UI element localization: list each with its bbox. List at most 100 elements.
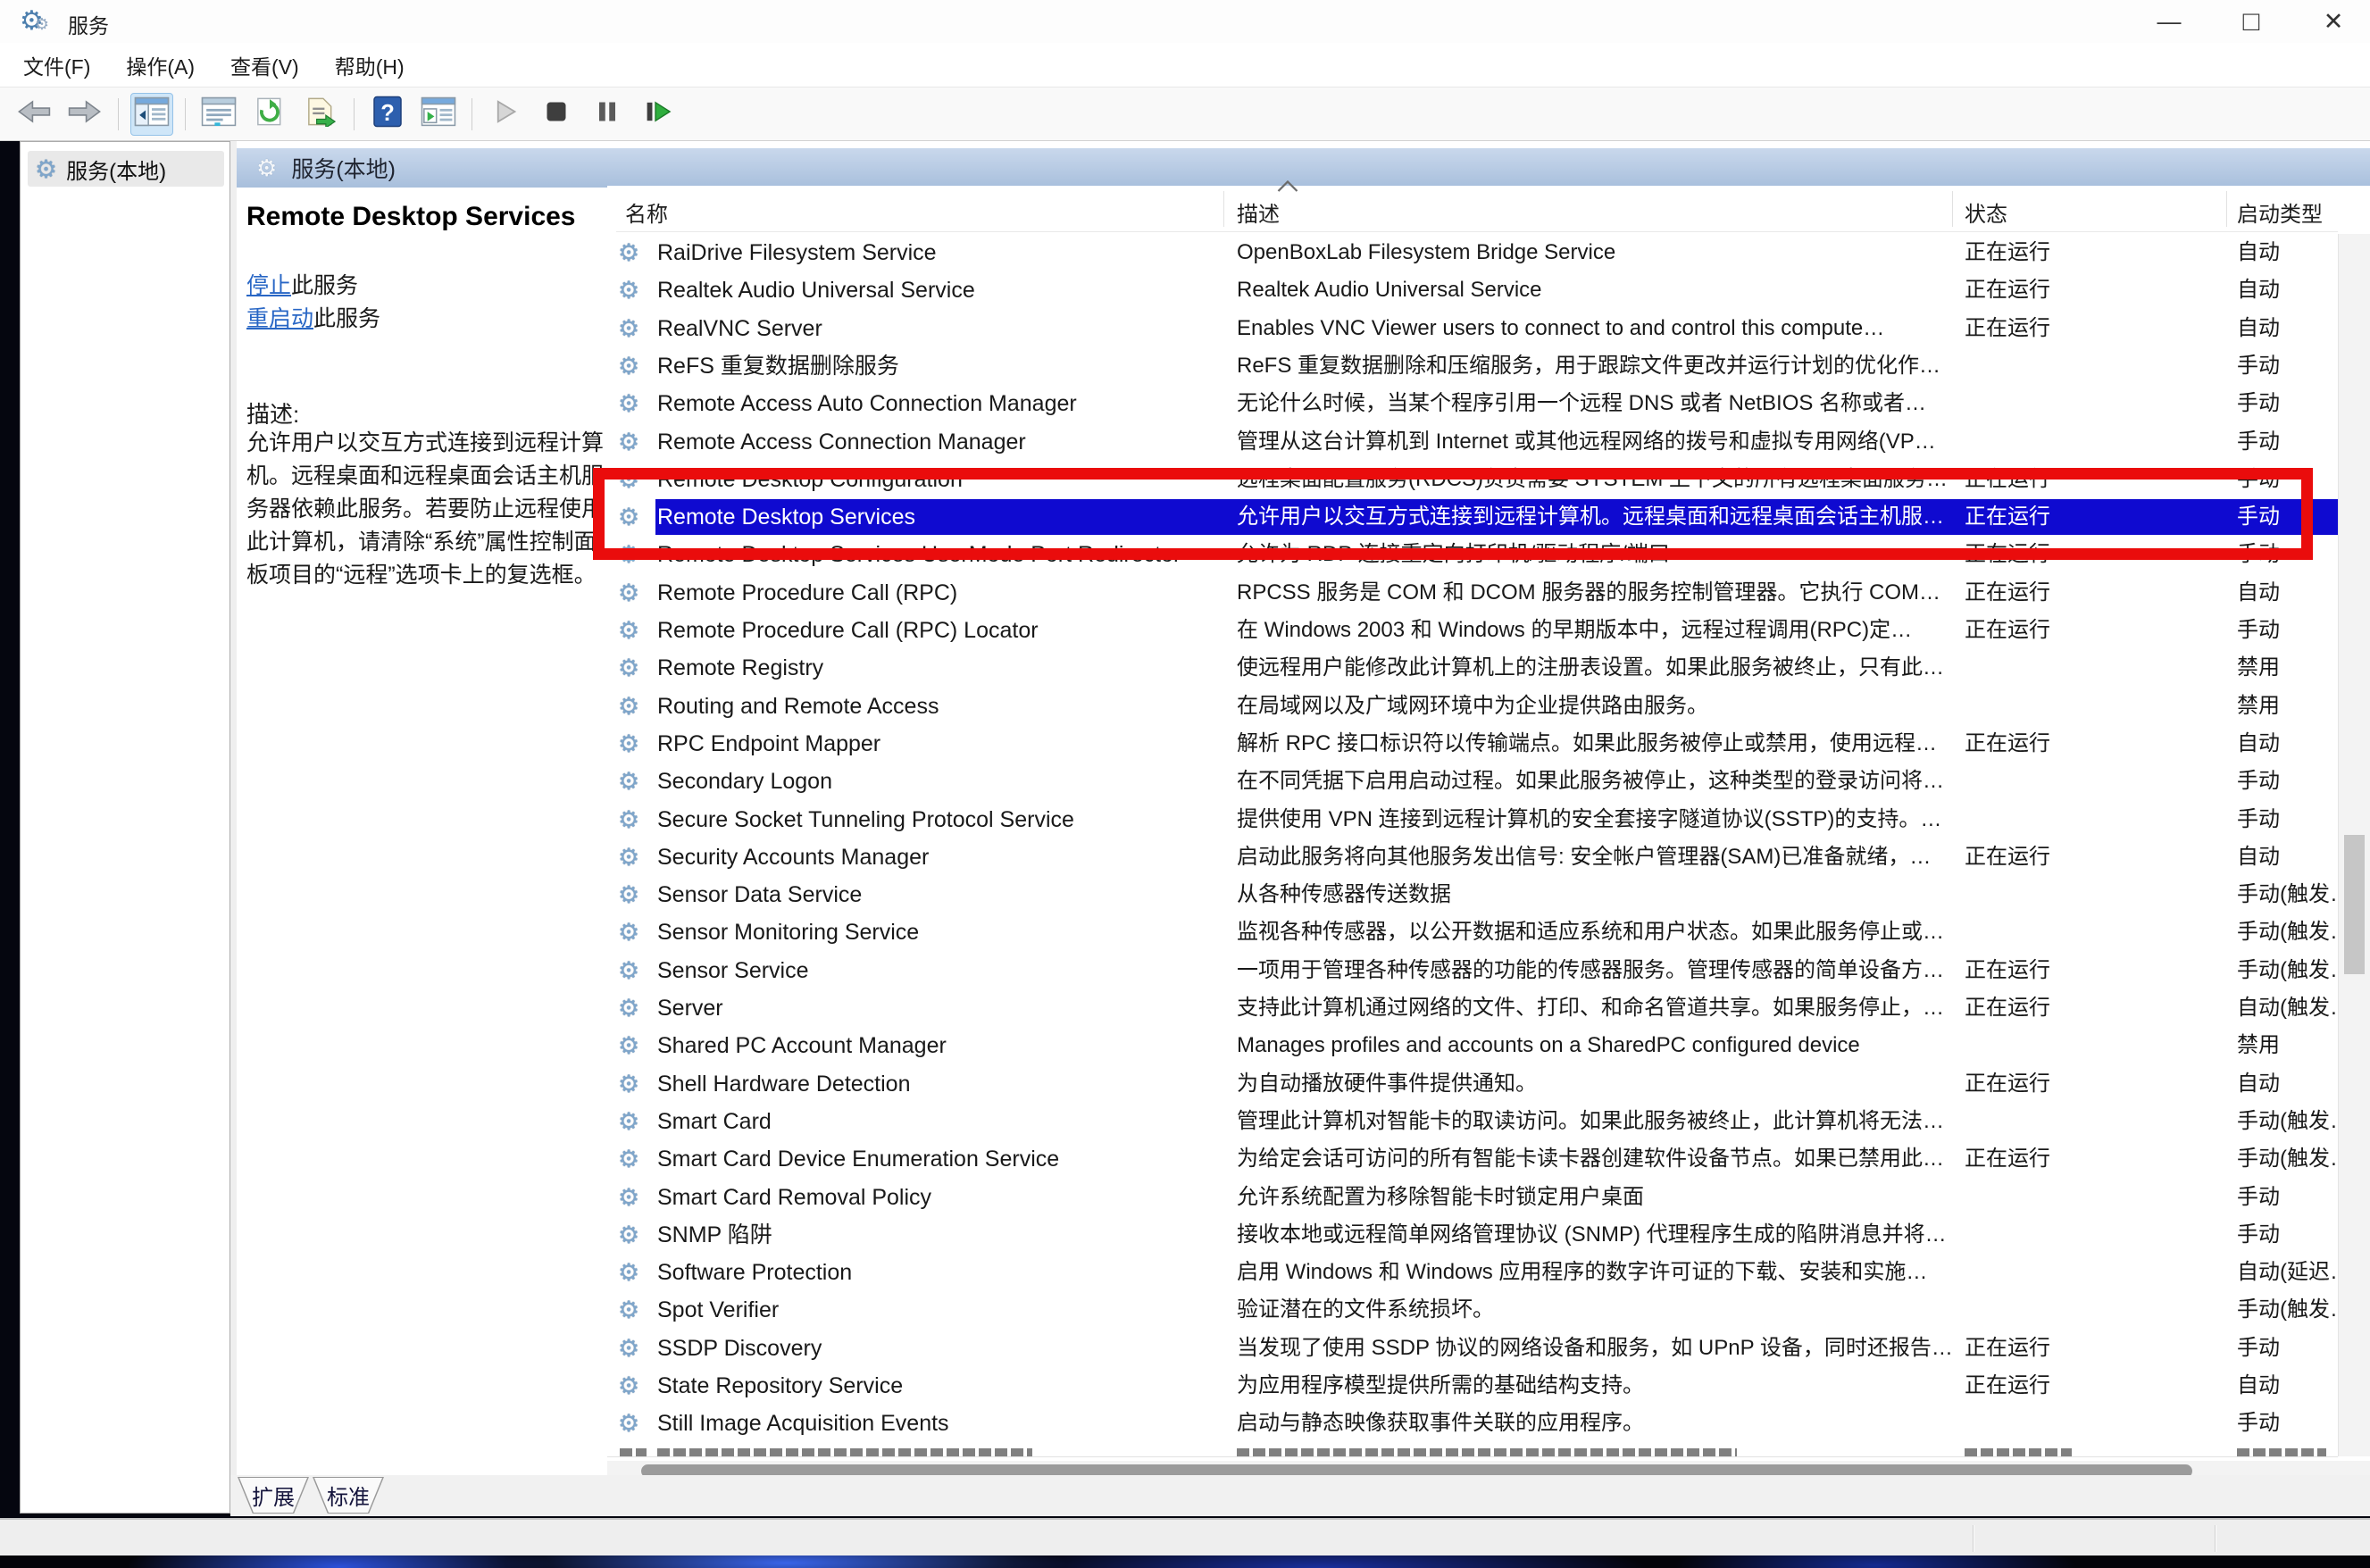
- service-description: RPCSS 服务是 COM 和 DCOM 服务器的服务控制管理器。它执行 COM…: [1237, 574, 1957, 612]
- service-startup-type: 禁用: [2237, 688, 2337, 725]
- service-name: Sensor Monitoring Service: [657, 913, 1218, 951]
- table-row[interactable]: ⚙Still Image Acquisition Events启动与静态映像获取…: [607, 1405, 2338, 1442]
- table-row[interactable]: ⚙Realtek Audio Universal ServiceRealtek …: [607, 271, 2338, 309]
- start-service-button[interactable]: [484, 93, 527, 136]
- service-description: 当发现了使用 SSDP 协议的网络设备和服务，如 UPnP 设备，同时还报告…: [1237, 1330, 1957, 1367]
- column-header-status[interactable]: 状态: [1965, 196, 2007, 228]
- table-row[interactable]: ⚙Remote Procedure Call (RPC)RPCSS 服务是 CO…: [607, 574, 2338, 612]
- table-row[interactable]: ⚙SSDP Discovery当发现了使用 SSDP 协议的网络设备和服务，如 …: [607, 1330, 2338, 1367]
- column-divider[interactable]: [1223, 191, 1224, 227]
- show-tree-button[interactable]: [130, 93, 173, 136]
- table-row[interactable]: ⚙Software Protection启用 Windows 和 Windows…: [607, 1254, 2338, 1291]
- menu-item-3[interactable]: 帮助(H): [335, 50, 405, 80]
- table-row[interactable]: ⚙RPC Endpoint Mapper解析 RPC 接口标识符以传输端点。如果…: [607, 725, 2338, 763]
- service-gear-icon: ⚙: [618, 763, 639, 800]
- description-label: 描述:: [246, 396, 299, 430]
- service-description: Realtek Audio Universal Service: [1237, 271, 1957, 309]
- column-divider[interactable]: [1952, 191, 1953, 227]
- pause-service-button[interactable]: [586, 93, 629, 136]
- service-name: Smart Card Removal Policy: [657, 1179, 1218, 1216]
- service-status: 正在运行: [1965, 1065, 2134, 1103]
- minimize-button[interactable]: —: [2141, 0, 2197, 43]
- stop-service-link[interactable]: 停止: [246, 273, 291, 298]
- stop-service-button[interactable]: [535, 93, 578, 136]
- table-row[interactable]: ⚙Remote Procedure Call (RPC) Locator在 Wi…: [607, 612, 2338, 649]
- table-row[interactable]: ⚙Sensor Monitoring Service监视各种传感器，以公开数据和…: [607, 913, 2338, 951]
- column-header-name[interactable]: 名称: [625, 196, 668, 228]
- tree-item-services-local[interactable]: ⚙ 服务(本地): [28, 151, 224, 187]
- table-row[interactable]: ⚙Routing and Remote Access在局域网以及广域网环境中为企…: [607, 688, 2338, 725]
- table-row[interactable]: ⚙Remote Registry使远程用户能修改此计算机上的注册表设置。如果此服…: [607, 649, 2338, 687]
- menu-item-0[interactable]: 文件(F): [23, 50, 90, 80]
- table-row[interactable]: ⚙Shell Hardware Detection为自动播放硬件事件提供通知。正…: [607, 1065, 2338, 1103]
- services-app-icon: ⚙⚙: [20, 6, 49, 39]
- extended-view-button[interactable]: [417, 93, 460, 136]
- table-row[interactable]: ⚙RaiDrive Filesystem ServiceOpenBoxLab F…: [607, 234, 2338, 271]
- table-row[interactable]: ⚙Smart Card Device Enumeration Service为给…: [607, 1140, 2338, 1178]
- service-status: 正在运行: [1965, 271, 2134, 309]
- table-row[interactable]: ⚙Remote Access Connection Manager管理从这台计算…: [607, 423, 2338, 461]
- service-status: [1965, 1254, 2134, 1291]
- close-button[interactable]: ✕: [2306, 0, 2361, 43]
- service-status: 正在运行: [1965, 989, 2134, 1027]
- service-status: 正在运行: [1965, 952, 2134, 989]
- table-row[interactable]: ⚙RealVNC ServerEnables VNC Viewer users …: [607, 310, 2338, 347]
- toolbar-separator: [185, 98, 186, 130]
- table-row[interactable]: ⚙Sensor Data Service从各种传感器传送数据手动(触发…: [607, 876, 2338, 913]
- table-row[interactable]: ⚙ReFS 重复数据删除服务ReFS 重复数据删除和压缩服务，用于跟踪文件更改并…: [607, 347, 2338, 385]
- service-name: Remote Registry: [657, 649, 1218, 687]
- table-row-partial[interactable]: [607, 1443, 2338, 1456]
- tab-standard[interactable]: 标准: [313, 1477, 384, 1514]
- service-gear-icon: ⚙: [618, 649, 639, 687]
- menu-item-1[interactable]: 操作(A): [126, 50, 195, 80]
- service-description: 管理从这台计算机到 Internet 或其他远程网络的拨号和虚拟专用网络(VP…: [1237, 423, 1957, 461]
- restart-service-link[interactable]: 重启动: [246, 306, 313, 331]
- table-row[interactable]: ⚙Shared PC Account ManagerManages profil…: [607, 1027, 2338, 1064]
- export-list-button[interactable]: [299, 93, 342, 136]
- toolbar-separator: [471, 98, 472, 130]
- service-startup-type: 手动: [2237, 801, 2337, 838]
- refresh-button[interactable]: [248, 93, 291, 136]
- service-name: RPC Endpoint Mapper: [657, 725, 1218, 763]
- tab-extended[interactable]: 扩展: [238, 1477, 309, 1514]
- table-row[interactable]: ⚙Spot Verifier验证潜在的文件系统损坏。手动(触发…: [607, 1291, 2338, 1329]
- help-button[interactable]: ?: [366, 93, 409, 136]
- service-status: 正在运行: [1965, 838, 2134, 876]
- table-row[interactable]: ⚙Server支持此计算机通过网络的文件、打印、和命名管道共享。如果服务停止，……: [607, 989, 2338, 1027]
- table-row[interactable]: ⚙Security Accounts Manager启动此服务将向其他服务发出信…: [607, 838, 2338, 876]
- services-gear-icon: ⚙: [35, 154, 57, 184]
- service-startup-type: 手动: [2237, 423, 2337, 461]
- panel-splitter[interactable]: [230, 141, 237, 1475]
- vertical-scrollbar-thumb[interactable]: [2344, 835, 2365, 974]
- forward-arrow-button[interactable]: [63, 93, 106, 136]
- service-name: Spot Verifier: [657, 1291, 1218, 1329]
- properties-button[interactable]: [197, 93, 240, 136]
- service-status: 正在运行: [1965, 310, 2134, 347]
- service-description: 提供使用 VPN 连接到远程计算机的安全套接字隧道协议(SSTP)的支持。…: [1237, 801, 1957, 838]
- service-status: 正在运行: [1965, 574, 2134, 612]
- table-row[interactable]: ⚙State Repository Service为应用程序模型提供所需的基础结…: [607, 1367, 2338, 1405]
- vertical-scrollbar[interactable]: [2338, 234, 2370, 1456]
- restart-service-button[interactable]: [637, 93, 680, 136]
- service-startup-type: 禁用: [2237, 1027, 2337, 1064]
- service-name: Secondary Logon: [657, 763, 1218, 800]
- table-row[interactable]: ⚙Secondary Logon在不同凭据下启用启动过程。如果此服务被停止，这种…: [607, 763, 2338, 800]
- table-row[interactable]: ⚙Remote Access Auto Connection Manager无论…: [607, 385, 2338, 422]
- service-description: 为应用程序模型提供所需的基础结构支持。: [1237, 1367, 1957, 1405]
- column-header-description[interactable]: 描述: [1237, 196, 1280, 228]
- column-header-startup-type[interactable]: 启动类型: [2237, 196, 2323, 228]
- back-arrow-icon: [17, 97, 51, 130]
- table-row[interactable]: ⚙SNMP 陷阱接收本地或远程简单网络管理协议 (SNMP) 代理程序生成的陷阱…: [607, 1216, 2338, 1254]
- service-startup-type: 手动(触发…: [2237, 1140, 2337, 1178]
- column-divider[interactable]: [2226, 191, 2227, 227]
- menu-item-2[interactable]: 查看(V): [230, 50, 299, 80]
- clipped-text: [1965, 1448, 2072, 1456]
- table-row[interactable]: ⚙Sensor Service一项用于管理各种传感器的功能的传感器服务。管理传感…: [607, 952, 2338, 989]
- back-arrow-button[interactable]: [13, 93, 55, 136]
- table-row[interactable]: ⚙Smart Card Removal Policy允许系统配置为移除智能卡时锁…: [607, 1179, 2338, 1216]
- service-gear-icon: ⚙: [618, 347, 639, 385]
- table-row[interactable]: ⚙Secure Socket Tunneling Protocol Servic…: [607, 801, 2338, 838]
- table-row[interactable]: ⚙Smart Card管理此计算机对智能卡的取读访问。如果此服务被终止，此计算机…: [607, 1103, 2338, 1140]
- service-startup-type: 手动: [2237, 1405, 2337, 1442]
- maximize-button[interactable]: □: [2224, 0, 2279, 43]
